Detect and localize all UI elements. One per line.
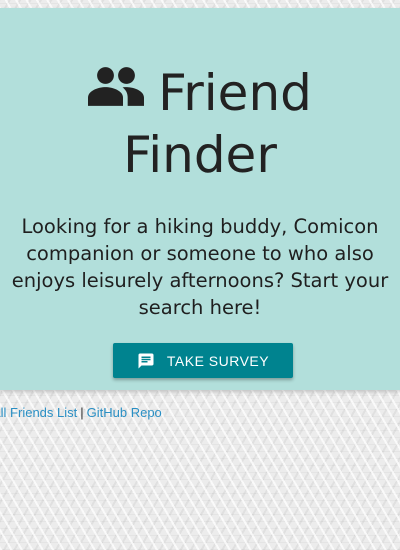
title-text-friend: Friend — [158, 64, 312, 122]
jumbotron-panel: Friend Finder Looking for a hiking buddy… — [0, 8, 400, 390]
footer-separator: | — [80, 405, 84, 420]
take-survey-button[interactable]: TAKE SURVEY — [113, 343, 293, 378]
title-line-2: Finder — [123, 126, 277, 184]
footer-links: All Friends List | GitHub Repo — [0, 405, 162, 420]
tagline: Looking for a hiking buddy, Comicon comp… — [11, 215, 389, 319]
all-friends-list-link[interactable]: All Friends List — [0, 405, 77, 420]
title-line-1: Friend — [0, 62, 400, 124]
chat-icon — [138, 353, 154, 368]
take-survey-label: TAKE SURVEY — [166, 352, 270, 369]
group-icon — [88, 67, 145, 106]
page-title: Friend Finder — [0, 62, 400, 186]
github-repo-link[interactable]: GitHub Repo — [87, 405, 162, 420]
